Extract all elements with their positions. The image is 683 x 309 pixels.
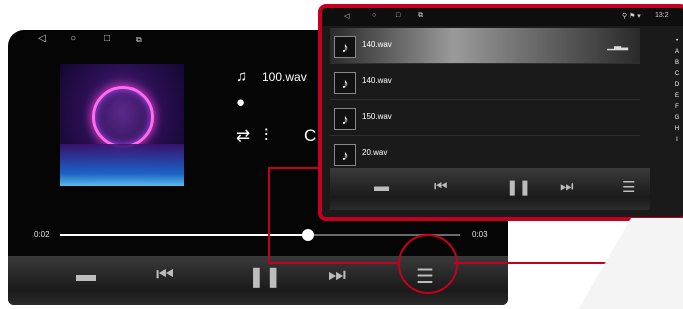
recents-icon[interactable]: □ bbox=[396, 12, 400, 19]
pause-icon[interactable]: ❚❚ bbox=[506, 178, 531, 196]
list-item-label: 140.wav bbox=[362, 76, 392, 85]
list-item[interactable]: ♪ 150.wav bbox=[330, 100, 640, 136]
callout-line bbox=[268, 167, 322, 169]
folder-icon[interactable]: ▬ bbox=[374, 178, 389, 195]
callout-line bbox=[268, 262, 400, 264]
album-art bbox=[60, 64, 184, 186]
alphabet-index-letter[interactable]: D bbox=[672, 80, 682, 91]
pause-icon[interactable]: ❚❚ bbox=[248, 264, 282, 289]
alphabet-index-letter[interactable]: I bbox=[672, 135, 682, 146]
repeat-icon[interactable]: ⇄ bbox=[236, 126, 250, 146]
list-item-label: 20.wav bbox=[362, 148, 388, 157]
playlist-button-highlight bbox=[398, 234, 458, 294]
next-icon[interactable]: ⏭ bbox=[560, 178, 574, 195]
seek-progress bbox=[60, 234, 308, 236]
status-icons: ⚲ ⚑ ▾ bbox=[622, 13, 641, 20]
alphabet-index-letter[interactable]: F bbox=[672, 102, 682, 113]
screenshot-icon[interactable]: ⧉ bbox=[136, 35, 142, 45]
neon-ring-graphic bbox=[92, 86, 154, 148]
more-icon[interactable]: C bbox=[304, 126, 316, 146]
callout-line bbox=[268, 167, 270, 263]
list-item[interactable]: ♪ 20.wav bbox=[330, 136, 640, 172]
screenshot-icon[interactable]: ⧉ bbox=[418, 12, 423, 20]
seek-bar[interactable] bbox=[60, 229, 460, 241]
playlist-list: ♪ 140.wav ▁▃▂ ♪ 140.wav ♪ 150.wav ♪ 20.w… bbox=[330, 28, 640, 172]
previous-icon[interactable]: ⏮ bbox=[434, 178, 448, 195]
list-item-label: 140.wav bbox=[362, 40, 392, 49]
decorative-shape bbox=[560, 218, 683, 309]
music-note-icon: ♪ bbox=[334, 72, 356, 94]
reflection-floor-graphic bbox=[60, 144, 184, 186]
overlay-dock: ▬ ⏮ ❚❚ ⏭ ☰ bbox=[330, 168, 650, 210]
back-icon[interactable]: ◁ bbox=[344, 12, 349, 20]
alphabet-index-letter[interactable]: H bbox=[672, 124, 682, 135]
home-icon[interactable]: ○ bbox=[372, 12, 376, 19]
recents-icon[interactable]: □ bbox=[104, 33, 110, 44]
home-icon[interactable]: ○ bbox=[70, 33, 76, 44]
time-elapsed: 0:02 bbox=[34, 230, 50, 239]
list-item[interactable]: ♪ 140.wav ▁▃▂ bbox=[330, 28, 640, 64]
artist-icon: ● bbox=[236, 94, 246, 111]
alphabet-index-letter[interactable]: G bbox=[672, 113, 682, 124]
status-time: 13:2 bbox=[655, 12, 669, 19]
folder-icon[interactable]: ▬ bbox=[76, 264, 96, 287]
music-note-icon: ♫ bbox=[236, 68, 248, 85]
seek-knob[interactable] bbox=[302, 229, 314, 241]
playlist-icon[interactable]: ☰ bbox=[622, 178, 635, 196]
now-playing-eq-icon: ▁▃▂ bbox=[607, 40, 628, 50]
alphabet-index-letter[interactable]: • bbox=[672, 36, 682, 47]
alphabet-index-letter[interactable]: E bbox=[672, 91, 682, 102]
previous-icon[interactable]: ⏮ bbox=[156, 264, 174, 287]
next-icon[interactable]: ⏭ bbox=[328, 264, 346, 287]
track-name: 100.wav bbox=[262, 70, 307, 84]
music-note-icon: ♪ bbox=[334, 144, 356, 166]
music-note-icon: ♪ bbox=[334, 108, 356, 130]
alphabet-index[interactable]: • A B C D E F G H I bbox=[672, 36, 682, 146]
music-note-icon: ♪ bbox=[334, 36, 356, 58]
time-total: 0:03 bbox=[472, 230, 488, 239]
alphabet-index-letter[interactable]: C bbox=[672, 69, 682, 80]
alphabet-index-letter[interactable]: B bbox=[672, 58, 682, 69]
overlay-status-bar: ◁ ○ □ ⧉ ⚲ ⚑ ▾ 13:2 bbox=[322, 8, 683, 26]
equalizer-icon[interactable]: ⫶ bbox=[264, 126, 268, 146]
back-icon[interactable]: ◁ bbox=[38, 33, 46, 44]
list-item[interactable]: ♪ 140.wav bbox=[330, 64, 640, 100]
alphabet-index-letter[interactable]: A bbox=[672, 47, 682, 58]
playlist-overlay: ◁ ○ □ ⧉ ⚲ ⚑ ▾ 13:2 ♪ 140.wav ▁▃▂ ♪ 140.w… bbox=[318, 4, 683, 221]
list-item-label: 150.wav bbox=[362, 112, 392, 121]
